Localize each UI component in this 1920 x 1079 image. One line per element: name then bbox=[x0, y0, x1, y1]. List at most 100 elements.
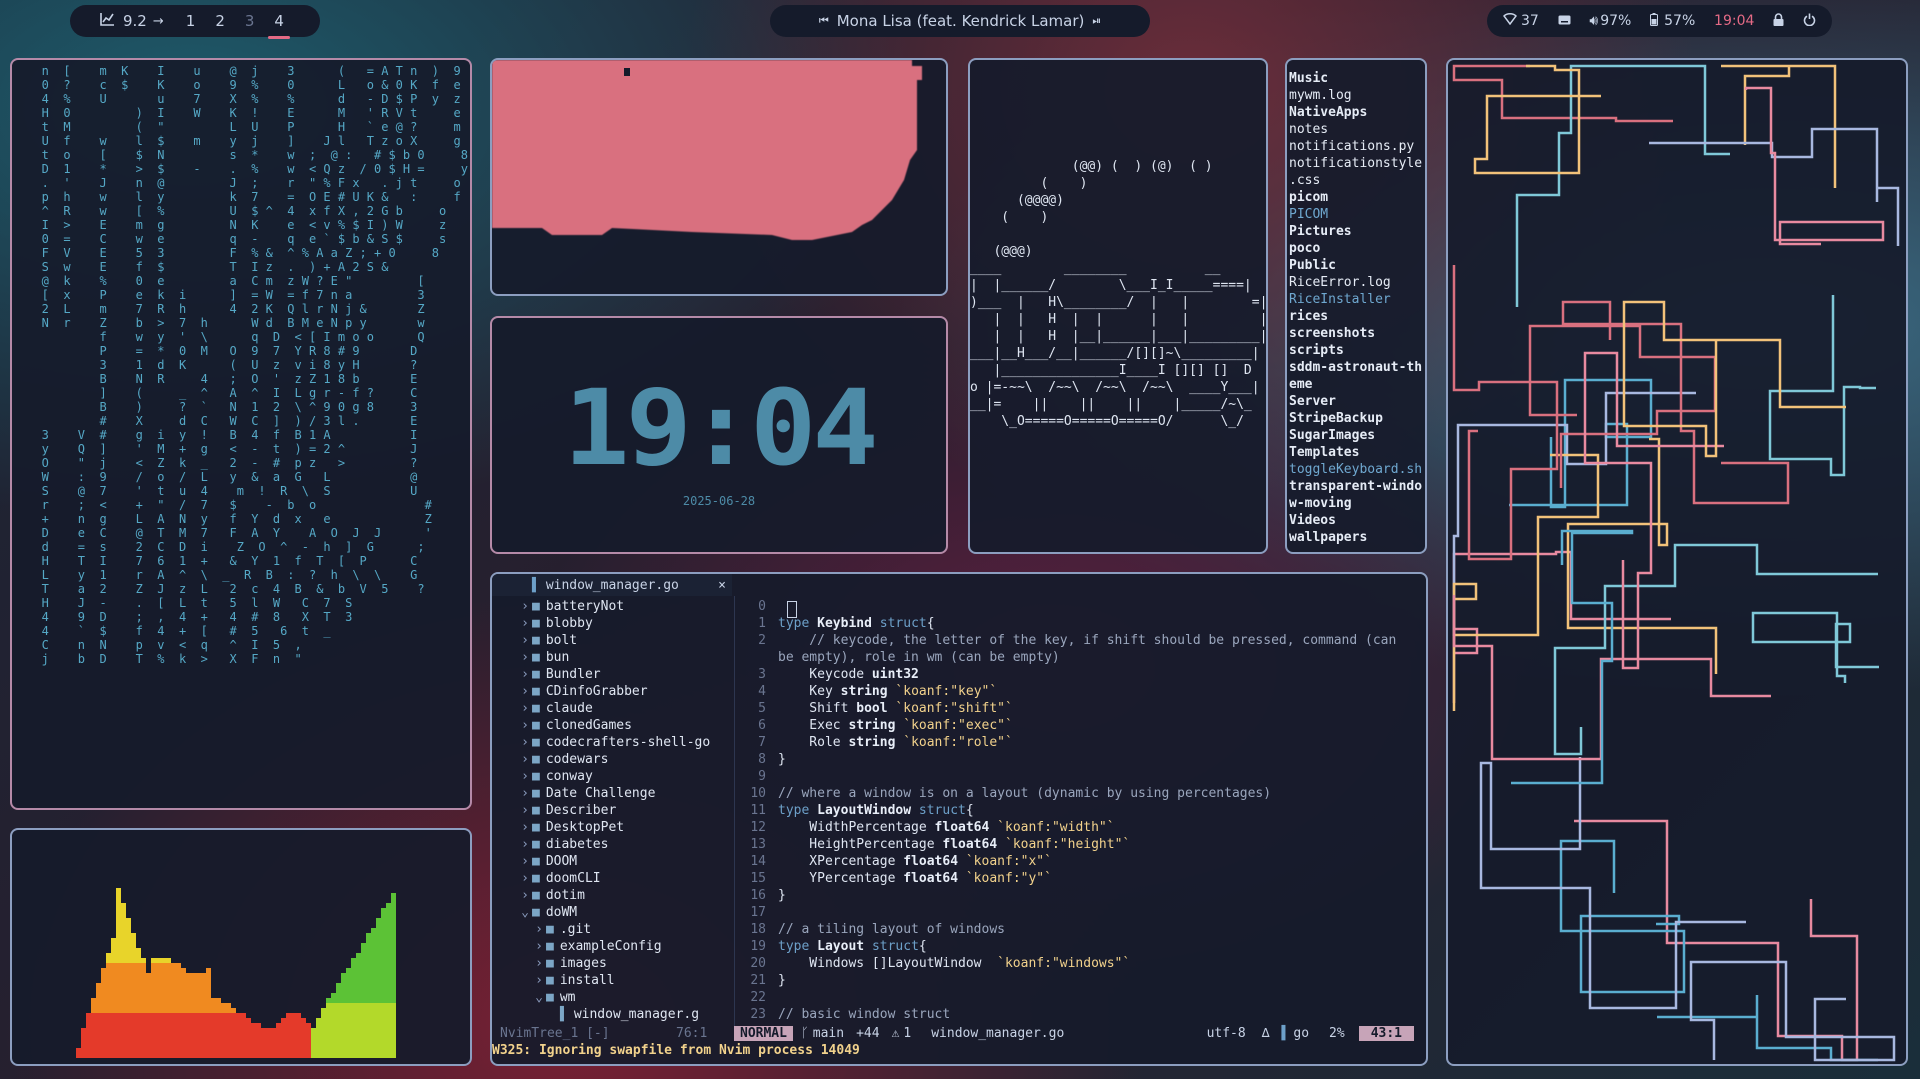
code-line[interactable]: 1 type Keybind struct{ bbox=[736, 615, 1422, 632]
battery-indicator[interactable]: 57% bbox=[1650, 12, 1695, 30]
tree-item[interactable]: › ■ clonedGames bbox=[518, 717, 732, 734]
code-line[interactable]: 4 Key string `koanf:"key"` bbox=[736, 683, 1422, 700]
tree-item[interactable]: › ■ codecrafters-shell-go bbox=[518, 734, 732, 751]
code-line[interactable]: 3 Keycode uint32 bbox=[736, 666, 1422, 683]
nvim-panel[interactable]: ▌ window_manager.go × › ■ batteryNot › ■ blob… bbox=[490, 572, 1428, 1066]
lock-icon[interactable] bbox=[1773, 12, 1784, 30]
file-list-item[interactable]: Music bbox=[1289, 70, 1422, 87]
file-list-item[interactable]: screenshots bbox=[1289, 325, 1422, 342]
tree-item[interactable]: › ■ Date Challenge bbox=[518, 785, 732, 802]
file-list-item[interactable]: NativeApps bbox=[1289, 104, 1422, 121]
code-line[interactable]: 5 Shift bool `koanf:"shift"` bbox=[736, 700, 1422, 717]
tree-item[interactable]: › ■ CDinfoGrabber bbox=[518, 683, 732, 700]
code-line[interactable]: 6 Exec string `koanf:"exec"` bbox=[736, 717, 1422, 734]
file-list-item[interactable]: Templates bbox=[1289, 444, 1422, 461]
code-line[interactable]: 2 // keycode, the letter of the key, if … bbox=[736, 632, 1422, 649]
file-list-item[interactable]: RiceInstaller bbox=[1289, 291, 1422, 308]
code-line[interactable]: 13 HeightPercentage float64 `koanf:"heig… bbox=[736, 836, 1422, 853]
code-line[interactable]: be empty), role in wm (can be empty) bbox=[736, 649, 1422, 666]
tree-item[interactable]: › ■ Describer bbox=[518, 802, 732, 819]
close-icon[interactable]: × bbox=[718, 578, 726, 593]
code-line[interactable]: 15 YPercentage float64 `koanf:"y"` bbox=[736, 870, 1422, 887]
file-list-item[interactable]: transparent-windo bbox=[1289, 478, 1422, 495]
tree-item[interactable]: › ■ doomCLI bbox=[518, 870, 732, 887]
file-list-item[interactable]: wallpapers bbox=[1289, 529, 1422, 546]
workspace-3[interactable]: 3 bbox=[245, 12, 255, 30]
file-list-item[interactable]: notes bbox=[1289, 121, 1422, 138]
file-list-item[interactable]: RiceError.log bbox=[1289, 274, 1422, 291]
file-list-item[interactable]: Public bbox=[1289, 257, 1422, 274]
editor-tab[interactable]: ▌ window_manager.go × bbox=[492, 574, 732, 596]
file-list-item[interactable]: mywm.log bbox=[1289, 87, 1422, 104]
file-list-item[interactable]: Pictures bbox=[1289, 223, 1422, 240]
code-line[interactable]: 12 WidthPercentage float64 `koanf:"width… bbox=[736, 819, 1422, 836]
code-line[interactable]: 14 XPercentage float64 `koanf:"x"` bbox=[736, 853, 1422, 870]
code-line[interactable]: 17 bbox=[736, 904, 1422, 921]
tree-item[interactable]: › ■ images bbox=[518, 955, 732, 972]
tree-item[interactable]: › ■ DesktopPet bbox=[518, 819, 732, 836]
volume-indicator[interactable]: 🔊︎ 97% bbox=[1589, 13, 1631, 29]
power-icon[interactable] bbox=[1803, 13, 1816, 30]
tree-item[interactable]: › ■ batteryNot bbox=[518, 598, 732, 615]
network-indicator[interactable]: 37 bbox=[1503, 13, 1539, 29]
tree-item[interactable]: ⌄ ■ wm bbox=[518, 989, 732, 1006]
prev-track-icon[interactable]: ⏮ bbox=[819, 14, 829, 28]
workspace-2[interactable]: 2 bbox=[215, 12, 225, 30]
code-line[interactable]: 0 bbox=[736, 598, 1422, 615]
file-list-item[interactable]: picom bbox=[1289, 189, 1422, 206]
code-line[interactable]: 8} bbox=[736, 751, 1422, 768]
tree-item[interactable]: › ■ Bundler bbox=[518, 666, 732, 683]
tree-item[interactable]: › ■ bolt bbox=[518, 632, 732, 649]
tree-item[interactable]: › ■ diabetes bbox=[518, 836, 732, 853]
tree-item[interactable]: › ■ blobby bbox=[518, 615, 732, 632]
file-list-item[interactable]: SugarImages bbox=[1289, 427, 1422, 444]
code-editor[interactable]: 0 1 type Keybind struct{2 // keycode, the … bbox=[736, 598, 1422, 1023]
file-list-item[interactable]: Server bbox=[1289, 393, 1422, 410]
file-list-item[interactable]: Videos bbox=[1289, 512, 1422, 529]
tree-item[interactable]: › ■ conway bbox=[518, 768, 732, 785]
code-line[interactable]: 7 Role string `koanf:"role"` bbox=[736, 734, 1422, 751]
tree-item[interactable]: › ■ install bbox=[518, 972, 732, 989]
visualizer-bar-cell bbox=[116, 918, 121, 923]
file-list-item[interactable]: poco bbox=[1289, 240, 1422, 257]
file-list-item[interactable]: .css bbox=[1289, 172, 1422, 189]
code-line[interactable]: 22 bbox=[736, 989, 1422, 1006]
media-pill[interactable]: ⏮ Mona Lisa (feat. Kendrick Lamar) ⏯ bbox=[770, 5, 1150, 37]
code-line[interactable]: 11 type LayoutWindow struct{ bbox=[736, 802, 1422, 819]
file-list-item[interactable]: StripeBackup bbox=[1289, 410, 1422, 427]
tree-item[interactable]: › ■ claude bbox=[518, 700, 732, 717]
file-list-item[interactable]: toggleKeyboard.sh bbox=[1289, 461, 1422, 478]
code-line[interactable]: 21} bbox=[736, 972, 1422, 989]
nvim-tree[interactable]: › ■ batteryNot › ■ blobby › ■ bolt › ■ bun › ■ Bundler… bbox=[518, 598, 732, 1023]
file-list-item[interactable]: sddm-astronaut-th bbox=[1289, 359, 1422, 376]
code-line[interactable]: 23 // basic window struct bbox=[736, 1006, 1422, 1023]
tree-item[interactable]: ▌ window_manager.g bbox=[518, 1006, 732, 1023]
file-list-panel[interactable]: Music mywm.log NativeApps notes notification… bbox=[1285, 58, 1427, 554]
file-list[interactable]: Music mywm.log NativeApps notes notification… bbox=[1289, 70, 1422, 546]
file-list-item[interactable]: scripts bbox=[1289, 342, 1422, 359]
code-line[interactable]: 16} bbox=[736, 887, 1422, 904]
workspace-4[interactable]: 4 bbox=[268, 12, 290, 39]
tree-item[interactable]: › ■ dotim bbox=[518, 887, 732, 904]
file-list-item[interactable]: w-moving bbox=[1289, 495, 1422, 512]
tree-item[interactable]: › ■ codewars bbox=[518, 751, 732, 768]
code-line[interactable]: 9 bbox=[736, 768, 1422, 785]
tree-item[interactable]: › ■ DOOM bbox=[518, 853, 732, 870]
tree-item[interactable]: › ■ exampleConfig bbox=[518, 938, 732, 955]
play-next-icon[interactable]: ⏯ bbox=[1092, 14, 1101, 28]
file-list-item[interactable]: eme bbox=[1289, 376, 1422, 393]
file-list-item[interactable]: notificationstyle bbox=[1289, 155, 1422, 172]
code-line[interactable]: 18 // a tiling layout of windows bbox=[736, 921, 1422, 938]
tree-item[interactable]: ⌄ ■ doWM bbox=[518, 904, 732, 921]
tree-item[interactable]: › ■ .git bbox=[518, 921, 732, 938]
code-line[interactable]: 20 Windows []LayoutWindow `koanf:"window… bbox=[736, 955, 1422, 972]
file-list-item[interactable]: notifications.py bbox=[1289, 138, 1422, 155]
code-line[interactable]: 10 // where a window is on a layout (dyna… bbox=[736, 785, 1422, 802]
visualizer-bar-cell bbox=[111, 1053, 116, 1058]
tree-item[interactable]: › ■ bun bbox=[518, 649, 732, 666]
code-line[interactable]: 19 type Layout struct{ bbox=[736, 938, 1422, 955]
keyboard-icon[interactable] bbox=[1558, 13, 1571, 29]
workspace-1[interactable]: 1 bbox=[186, 12, 196, 30]
file-list-item[interactable]: rices bbox=[1289, 308, 1422, 325]
file-list-item[interactable]: PICOM bbox=[1289, 206, 1422, 223]
